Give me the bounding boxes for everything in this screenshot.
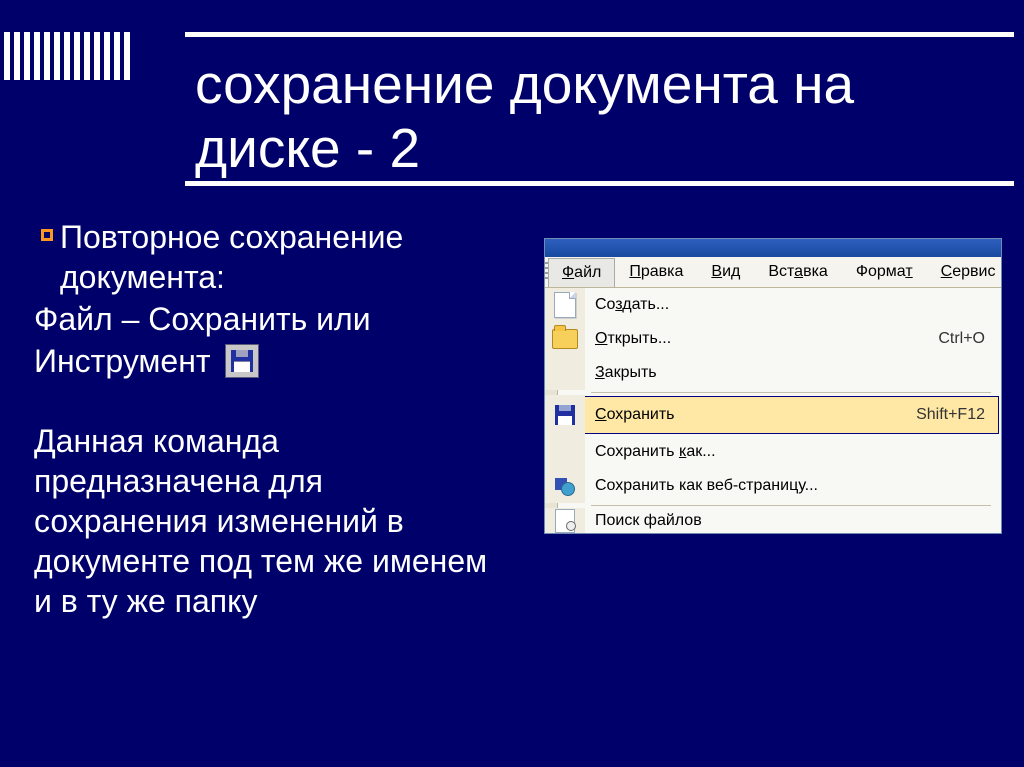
menu-file[interactable]: Файл xyxy=(548,258,615,287)
menu-item-close[interactable]: Закрыть xyxy=(545,356,1001,390)
decorative-bars xyxy=(4,32,130,80)
word-titlebar xyxy=(545,239,1001,257)
shortcut-save: Shift+F12 xyxy=(916,406,1001,424)
line-instrument-row: Инструмент xyxy=(34,341,494,381)
menu-item-saveas[interactable]: Сохранить как... xyxy=(545,435,1001,469)
menu-insert[interactable]: Вставка xyxy=(754,257,841,287)
save-floppy-icon xyxy=(555,405,575,425)
slide-title: сохранение документа на диске - 2 xyxy=(195,52,984,180)
paragraph: Данная команда предназначена для сохране… xyxy=(34,421,494,621)
line-file-save: Файл – Сохранить или xyxy=(34,299,494,339)
rule-top xyxy=(185,32,1014,37)
menu-item-search-files[interactable]: Поиск файлов xyxy=(545,508,1001,533)
separator-2 xyxy=(591,505,991,506)
shortcut-open: Ctrl+O xyxy=(938,330,1001,348)
word-window: Файл Правка Вид Вставка Формат Сервис Со… xyxy=(544,238,1002,534)
new-doc-icon xyxy=(554,292,576,318)
bullet-main-text: Повторное сохранение документа: xyxy=(60,217,494,297)
menu-service[interactable]: Сервис xyxy=(927,257,1010,287)
separator-1 xyxy=(591,392,991,393)
word-menubar: Файл Правка Вид Вставка Формат Сервис xyxy=(545,257,1001,288)
menu-item-save[interactable]: Сохранить Shift+F12 xyxy=(545,395,1001,435)
file-dropdown: Создать... Открыть... Ctrl+O Закрыть Сох… xyxy=(545,288,1001,533)
menu-edit[interactable]: Правка xyxy=(615,257,697,287)
menu-item-open[interactable]: Открыть... Ctrl+O xyxy=(545,322,1001,356)
save-web-icon xyxy=(555,476,575,496)
menu-format[interactable]: Формат xyxy=(842,257,927,287)
line-instrument-text: Инструмент xyxy=(34,341,211,381)
search-files-icon xyxy=(555,509,575,533)
menu-view[interactable]: Вид xyxy=(697,257,754,287)
floppy-icon xyxy=(225,344,259,378)
rule-bottom xyxy=(185,181,1014,186)
bullet-main: Повторное сохранение документа: xyxy=(34,217,494,297)
menu-item-new[interactable]: Создать... xyxy=(545,288,1001,322)
menu-item-save-web[interactable]: Сохранить как веб-страницу... xyxy=(545,469,1001,503)
open-folder-icon xyxy=(552,329,578,349)
